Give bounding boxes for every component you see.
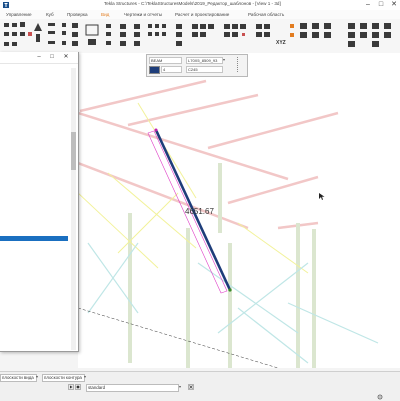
maximize-button[interactable]: □: [375, 0, 387, 10]
snap-filter-icon[interactable]: [75, 384, 81, 390]
standard-filter-select[interactable]: standard: [86, 384, 179, 392]
close-button[interactable]: ✕: [388, 0, 400, 10]
ribbon-toolbar: XYZ: [0, 19, 400, 54]
model-viewport[interactable]: 4651.67: [78, 53, 400, 368]
menu-item-manage[interactable]: Управление: [6, 12, 32, 17]
view-plane-dropdown-icon[interactable]: ▾: [36, 374, 38, 379]
menu-item-drawings[interactable]: Чертежи и отчеты: [124, 12, 162, 17]
standard-dropdown-icon[interactable]: ▾: [179, 384, 181, 389]
beam-start-handle[interactable]: [154, 128, 158, 132]
contextual-toolbar: BEAM L70X5_8509_93 ▾ 4 C245: [146, 54, 248, 77]
model-drawing: 4651.67: [78, 79, 379, 368]
panel-maximize-button[interactable]: □: [46, 52, 58, 63]
material-field[interactable]: C245: [186, 66, 223, 73]
menu-bar: Управление Куб Проверка Вид Чертежи и от…: [0, 10, 400, 19]
menu-item-cube[interactable]: Куб: [46, 12, 54, 17]
panel-scrollbar[interactable]: [71, 68, 76, 350]
tekla-logo-icon: [3, 2, 9, 8]
object-type-field[interactable]: BEAM: [149, 57, 182, 64]
menu-item-workspace[interactable]: Рабочая область: [248, 12, 284, 17]
panel-scroll-thumb[interactable]: [71, 132, 76, 170]
beam-end-handle[interactable]: [228, 288, 232, 292]
selection-switch-icon[interactable]: [188, 384, 194, 390]
minimize-button[interactable]: –: [362, 0, 374, 10]
panel-header: – □ ✕: [0, 52, 78, 64]
class-field[interactable]: 4: [161, 66, 182, 73]
color-swatch[interactable]: [149, 66, 160, 74]
dimension-label: 4651.67: [185, 207, 214, 216]
panel-close-button[interactable]: ✕: [60, 52, 72, 63]
selected-list-row[interactable]: [0, 236, 68, 241]
toolbar-grip-icon[interactable]: [237, 57, 244, 72]
mouse-cursor-icon: [319, 193, 325, 200]
settings-icon[interactable]: [377, 394, 383, 400]
contour-plane-select[interactable]: плоскости контура: [42, 374, 85, 382]
panel-minimize-button[interactable]: –: [33, 52, 45, 63]
select-filter-icon[interactable]: [68, 384, 74, 390]
grid-line: [78, 307, 279, 368]
profile-field[interactable]: L70X5_8509_93: [186, 57, 223, 64]
contour-plane-dropdown-icon[interactable]: ▾: [84, 374, 86, 379]
xyz-label[interactable]: XYZ: [276, 40, 286, 46]
view-plane-select[interactable]: плоскости вида: [0, 374, 37, 382]
ribbon-icons: [4, 22, 391, 47]
menu-item-check[interactable]: Проверка: [67, 12, 88, 17]
status-bar: плоскости вида ▾ плоскости контура ▾ sta…: [0, 371, 400, 401]
window-title: Tekla Structures - C:\TeklaStructuresMod…: [104, 1, 281, 6]
floating-panel: – □ ✕: [0, 52, 79, 352]
menu-item-analysis[interactable]: Расчет и проектирование: [175, 12, 229, 17]
menu-item-view[interactable]: Вид: [101, 12, 109, 17]
profile-dropdown-icon[interactable]: ▾: [223, 57, 228, 63]
